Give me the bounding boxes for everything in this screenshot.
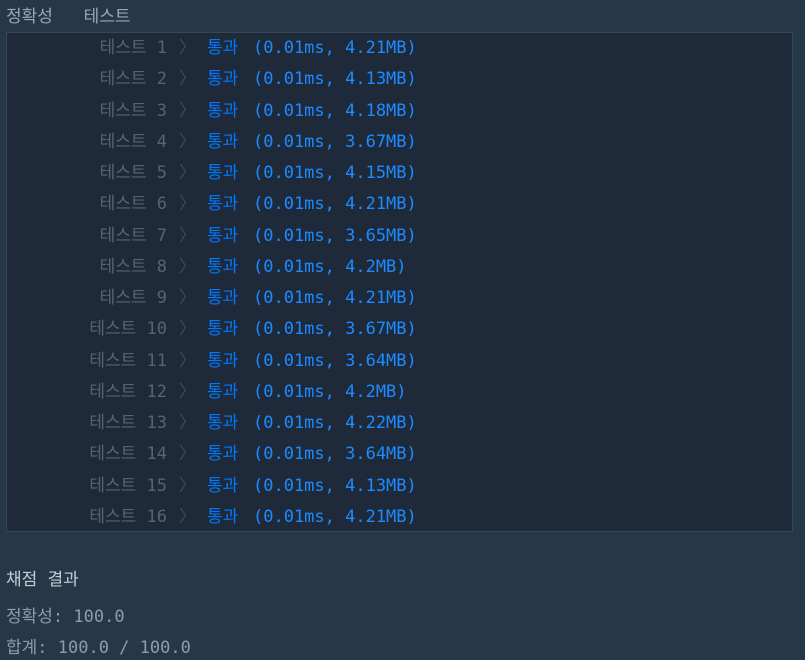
chevron-right-icon: 〉 [179, 256, 196, 277]
test-detail: (0.01ms, 4.13MB) [253, 69, 417, 90]
test-status: 통과 [207, 69, 239, 90]
test-status: 통과 [207, 413, 239, 433]
chevron-right-icon: 〉 [179, 413, 196, 433]
test-detail: (0.01ms, 4.2MB) [253, 256, 407, 277]
tab-accuracy: 정확성 [6, 7, 53, 27]
test-detail: (0.01ms, 4.21MB) [253, 194, 417, 215]
test-status: 통과 [207, 256, 239, 277]
summary-accuracy: 정확성: 100.0 [6, 607, 125, 627]
test-row: 테스트 9 〉 통과 (0.01ms, 4.21MB) [7, 283, 792, 314]
test-row: 테스트 6 〉 통과 (0.01ms, 4.21MB) [7, 189, 792, 220]
test-status: 통과 [207, 38, 239, 58]
test-row: 테스트 11 〉 통과 (0.01ms, 3.64MB) [7, 346, 792, 377]
tab-test: 테스트 [83, 7, 131, 27]
test-row: 테스트 4 〉 통과 (0.01ms, 3.67MB) [7, 127, 792, 158]
chevron-right-icon: 〉 [179, 444, 196, 465]
test-row: 테스트 8 〉 통과 (0.01ms, 4.2MB) [7, 252, 792, 283]
test-row: 테스트 13 〉 통과 (0.01ms, 4.22MB) [7, 408, 792, 439]
test-detail: (0.01ms, 4.2MB) [253, 381, 407, 402]
test-detail: (0.01ms, 3.64MB) [253, 444, 417, 465]
test-status: 통과 [207, 381, 239, 402]
test-status: 통과 [207, 194, 239, 215]
test-row: 테스트 15 〉 통과 (0.01ms, 4.13MB) [7, 471, 792, 502]
test-label: 테스트 10 [89, 319, 167, 340]
test-label: 테스트 9 [99, 288, 167, 308]
test-label: 테스트 11 [89, 350, 167, 371]
test-label: 테스트 14 [89, 444, 167, 465]
chevron-right-icon: 〉 [179, 475, 196, 496]
test-detail: (0.01ms, 3.67MB) [253, 319, 417, 340]
chevron-right-icon: 〉 [179, 194, 196, 215]
test-label: 테스트 15 [89, 475, 167, 496]
test-label: 테스트 1 [99, 38, 167, 58]
test-status: 통과 [207, 100, 239, 121]
test-row: 테스트 16 〉 통과 (0.01ms, 4.21MB) [7, 502, 792, 533]
test-status: 통과 [207, 163, 239, 183]
chevron-right-icon: 〉 [179, 350, 196, 371]
test-label: 테스트 6 [99, 194, 167, 215]
test-status: 통과 [207, 475, 239, 496]
summary-title: 채점 결과 [6, 570, 79, 590]
chevron-right-icon: 〉 [179, 69, 196, 90]
test-detail: (0.01ms, 4.15MB) [253, 163, 417, 183]
test-row: 테스트 2 〉 통과 (0.01ms, 4.13MB) [7, 64, 792, 95]
test-status: 통과 [207, 350, 239, 371]
test-status: 통과 [207, 506, 239, 527]
summary-total: 합계: 100.0 / 100.0 [6, 638, 191, 658]
test-label: 테스트 7 [99, 225, 167, 246]
chevron-right-icon: 〉 [179, 100, 196, 121]
test-row: 테스트 7 〉 통과 (0.01ms, 3.65MB) [7, 221, 792, 252]
test-row: 테스트 12 〉 통과 (0.01ms, 4.2MB) [7, 377, 792, 408]
test-detail: (0.01ms, 4.13MB) [253, 475, 417, 496]
test-label: 테스트 12 [89, 381, 167, 402]
test-detail: (0.01ms, 4.21MB) [253, 288, 417, 308]
test-status: 통과 [207, 225, 239, 246]
test-detail: (0.01ms, 3.64MB) [253, 350, 417, 371]
test-detail: (0.01ms, 4.21MB) [253, 506, 417, 527]
test-label: 테스트 5 [99, 163, 167, 183]
test-detail: (0.01ms, 4.18MB) [253, 100, 417, 121]
test-label: 테스트 3 [99, 100, 167, 121]
test-row: 테스트 3 〉 통과 (0.01ms, 4.18MB) [7, 96, 792, 127]
chevron-right-icon: 〉 [179, 131, 196, 152]
test-detail: (0.01ms, 3.67MB) [253, 131, 417, 152]
chevron-right-icon: 〉 [179, 319, 196, 340]
test-label: 테스트 16 [89, 506, 167, 527]
chevron-right-icon: 〉 [179, 163, 196, 183]
test-row: 테스트 14 〉 통과 (0.01ms, 3.64MB) [7, 439, 792, 470]
chevron-right-icon: 〉 [179, 288, 196, 308]
chevron-right-icon: 〉 [179, 38, 196, 58]
test-detail: (0.01ms, 3.65MB) [253, 225, 417, 246]
test-row: 테스트 10 〉 통과 (0.01ms, 3.67MB) [7, 314, 792, 345]
test-label: 테스트 8 [99, 256, 167, 277]
test-status: 통과 [207, 131, 239, 152]
test-status: 통과 [207, 444, 239, 465]
chevron-right-icon: 〉 [179, 381, 196, 402]
test-row: 테스트 1 〉 통과 (0.01ms, 4.21MB) [7, 33, 792, 64]
test-label: 테스트 4 [99, 131, 167, 152]
result-header: 정확성 테스트 [6, 2, 131, 27]
test-detail: (0.01ms, 4.21MB) [253, 38, 417, 58]
test-row: 테스트 5 〉 통과 (0.01ms, 4.15MB) [7, 158, 792, 189]
chevron-right-icon: 〉 [179, 225, 196, 246]
test-detail: (0.01ms, 4.22MB) [253, 413, 417, 433]
chevron-right-icon: 〉 [179, 506, 196, 527]
test-label: 테스트 2 [99, 69, 167, 90]
test-label: 테스트 13 [89, 413, 167, 433]
test-status: 통과 [207, 288, 239, 308]
test-status: 통과 [207, 319, 239, 340]
test-results-panel[interactable]: 테스트 1 〉 통과 (0.01ms, 4.21MB) 테스트 2 〉 통과 (0.01ms,… [6, 32, 793, 532]
